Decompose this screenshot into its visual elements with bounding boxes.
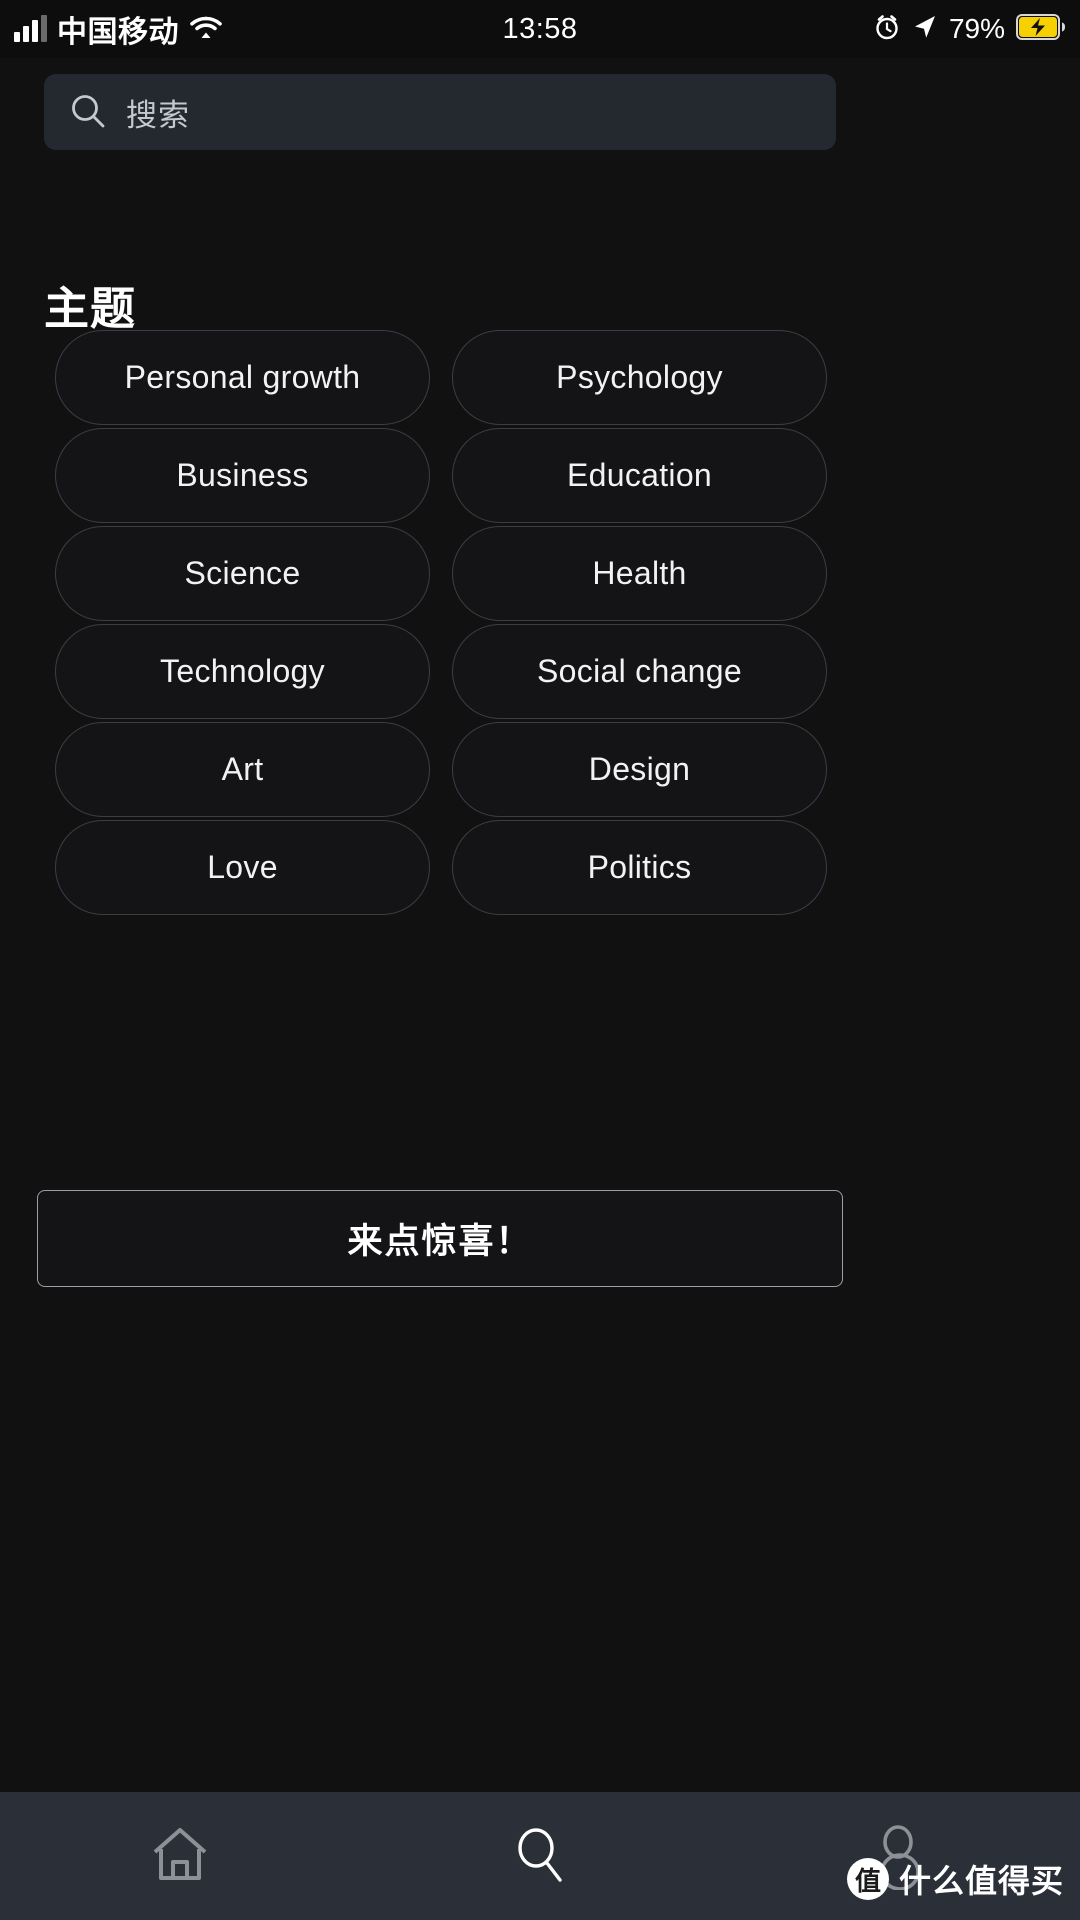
topic-chip-psychology[interactable]: Psychology	[452, 330, 827, 425]
topic-chip-grid: Personal growth Psychology Business Educ…	[55, 330, 827, 915]
topic-chip-love[interactable]: Love	[55, 820, 430, 915]
chip-label: Education	[566, 457, 713, 493]
topic-chip-design[interactable]: Design	[452, 722, 827, 817]
status-bar: 中国移动 13:58 79%	[0, 0, 1080, 58]
battery-charging-icon	[1016, 13, 1066, 46]
watermark-logo: 值	[846, 1858, 889, 1900]
watermark-text: 什么值得买	[898, 1863, 1064, 1899]
chip-label: Design	[588, 751, 691, 787]
alarm-clock-icon	[873, 13, 901, 46]
surprise-me-label: 来点惊喜！	[347, 1222, 533, 1261]
nav-item-home[interactable]	[0, 1792, 360, 1920]
topic-chip-politics[interactable]: Politics	[452, 820, 827, 915]
topic-chip-technology[interactable]: Technology	[55, 624, 430, 719]
chip-label: Art	[221, 751, 264, 787]
search-icon	[504, 1818, 576, 1895]
nav-item-search[interactable]	[360, 1792, 720, 1920]
chip-label: Personal growth	[124, 359, 361, 395]
topic-chip-science[interactable]: Science	[55, 526, 430, 621]
chip-label: Social change	[537, 653, 742, 689]
chip-label: Business	[176, 457, 309, 493]
home-icon	[144, 1818, 216, 1895]
watermark: 值 什么值得买	[846, 1856, 1064, 1902]
chip-label: Health	[592, 555, 687, 591]
chip-label: Love	[207, 849, 278, 885]
topic-chip-education[interactable]: Education	[452, 428, 827, 523]
topic-chip-health[interactable]: Health	[452, 526, 827, 621]
surprise-me-button[interactable]: 来点惊喜！	[37, 1190, 843, 1287]
battery-percent: 79%	[948, 13, 1005, 44]
topic-chip-personal-growth[interactable]: Personal growth	[55, 330, 430, 425]
chip-label: Psychology	[556, 359, 723, 395]
topic-chip-business[interactable]: Business	[55, 428, 430, 523]
topic-chip-art[interactable]: Art	[55, 722, 430, 817]
search-input[interactable]: 搜索	[44, 74, 836, 150]
location-arrow-icon	[912, 13, 938, 46]
chip-label: Technology	[160, 653, 325, 689]
search-icon	[68, 92, 108, 132]
page-title: 主题	[44, 283, 137, 334]
status-bar-right: 79%	[873, 0, 1066, 58]
search-placeholder-text: 搜索	[126, 97, 190, 133]
clock-time: 13:58	[502, 12, 578, 45]
chip-label: Politics	[587, 849, 692, 885]
chip-label: Science	[184, 555, 301, 591]
topic-chip-social-change[interactable]: Social change	[452, 624, 827, 719]
